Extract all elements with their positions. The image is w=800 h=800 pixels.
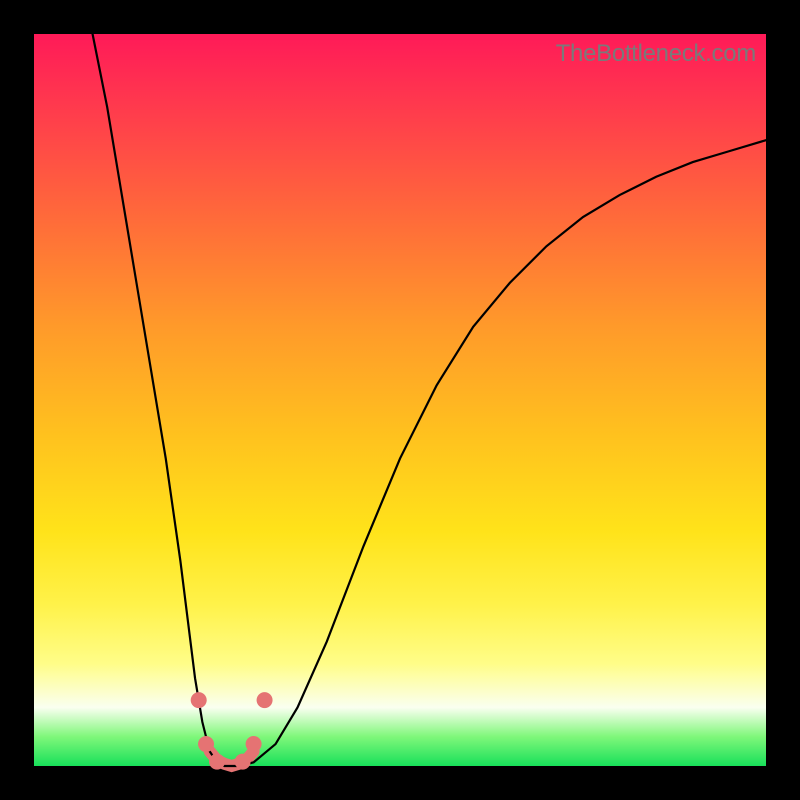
data-marker: [257, 692, 273, 708]
data-marker: [246, 736, 262, 752]
data-marker: [191, 692, 207, 708]
data-marker: [198, 736, 214, 752]
plot-area: TheBottleneck.com: [34, 34, 766, 766]
chart-svg: [34, 34, 766, 766]
chart-frame: TheBottleneck.com: [0, 0, 800, 800]
bottleneck-curve: [93, 34, 766, 766]
data-marker: [235, 754, 251, 770]
data-marker: [209, 754, 225, 770]
